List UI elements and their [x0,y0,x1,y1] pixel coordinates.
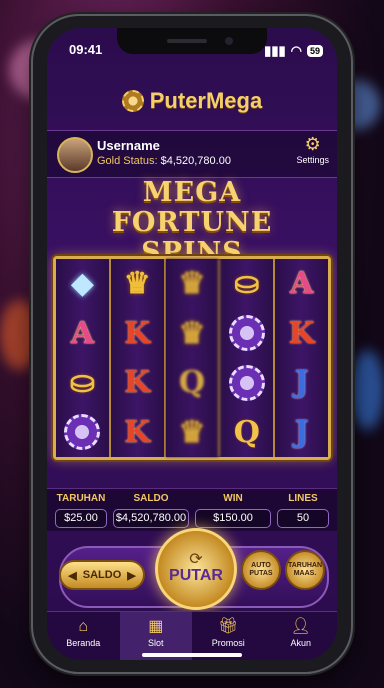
battery-icon: 59 [306,45,323,57]
tab-home[interactable]: ⌂ Beranda [47,612,120,660]
win-stat: WIN $150.00 [195,493,271,528]
brand-header: PuterMega [47,88,337,117]
autospin-label: AUTO PUTAS [249,562,273,577]
home-indicator [142,653,242,657]
gold-status-value: $4,520,780.00 [160,155,231,167]
chevron-left-icon: ◀ [68,569,77,582]
camera [225,37,233,45]
tab-label: Slot [147,638,164,648]
coins-icon: ⛀ [69,365,95,401]
tab-label: Promosi [211,638,245,648]
user-bar: Username Gold Status: $4,520,780.00 ⚙ Se… [47,130,337,178]
user-icon: 👤︎ [290,618,311,635]
phone-frame: 09:41 ▮▮▮ ◠ 59 PuterMega Username Gold S… [33,16,351,672]
bet-stat: TARUHAN $25.00 [55,493,107,528]
lines-label: LINES [288,493,318,504]
saldo-button[interactable]: ◀ SALDO ▶ [59,560,145,590]
autospin-button[interactable]: AUTO PUTAS [241,550,281,590]
crown-icon: ♛ [123,266,151,302]
reel-1: ◆ A ⛀ [56,259,111,457]
saldo-button-label: SALDO [82,569,122,581]
username: Username [97,138,160,153]
tab-account[interactable]: 👤︎ Akun [265,612,338,660]
status-icons: ▮▮▮ ◠ 59 [264,43,323,59]
refresh-icon: ⟳ [189,551,203,568]
card-symbol-a: A [289,266,314,302]
maxbet-button[interactable]: TARUHAN MAAS. [285,550,325,590]
bet-value[interactable]: $25.00 [55,509,107,528]
stats-bar: TARUHAN $25.00 SALDO $4,520,780.00 WIN $… [47,488,337,531]
blurred-symbol: ♛ [178,414,206,450]
win-value: $150.00 [195,509,271,528]
avatar[interactable] [57,137,93,173]
diamond-icon: ◆ [70,266,94,302]
spin-button-label: PUTAR [169,567,223,584]
card-symbol-j: J [294,365,309,401]
tab-label: Beranda [66,638,101,648]
settings-label: Settings [296,155,329,165]
blurred-symbol: ♛ [178,266,206,302]
balance-value: $4,520,780.00 [113,509,189,528]
slot-reels[interactable]: ◆ A ⛀ ♛ K K K ♛ ♛ Q ♛ ⛀ Q A K J J [53,256,331,460]
bet-label: TARUHAN [56,493,106,504]
card-symbol-j: J [294,414,309,450]
reel-3: ♛ ♛ Q ♛ [165,259,221,457]
spin-button[interactable]: ⟳ PUTAR [155,528,237,610]
card-symbol-k: K [124,315,151,351]
speaker [167,39,207,43]
balance-label: SALDO [133,493,169,504]
settings-button[interactable]: ⚙ Settings [296,135,329,165]
card-symbol-q: Q [178,365,206,401]
tab-label: Akun [290,638,311,648]
coins-icon: ⛀ [234,266,260,302]
card-symbol-a: A [70,315,95,351]
game-title: MEGA FORTUNE SPINS [47,178,337,268]
wifi-icon: ◠ [290,43,302,58]
status-time: 09:41 [69,42,103,57]
crown-icon: ♛ [178,315,206,351]
app-screen: 09:41 ▮▮▮ ◠ 59 PuterMega Username Gold S… [47,28,337,660]
card-symbol-k: K [124,414,151,450]
gear-icon: ⚙ [304,134,321,154]
brand-logo[interactable]: PuterMega [121,88,263,114]
chip-stack-icon [224,361,270,405]
brand-name: PuterMega [149,88,263,113]
gold-status: Gold Status: $4,520,780.00 [97,155,231,167]
title-line: MEGA [142,177,242,208]
reel-4: ⛀ Q [220,259,276,457]
chevron-right-icon: ▶ [127,569,136,582]
home-icon: ⌂ [78,618,89,635]
maxbet-label: TARUHAN MAAS. [287,562,323,577]
balance-stat: SALDO $4,520,780.00 [113,493,189,528]
reel-5: AKJJ [275,259,328,457]
card-symbol-q: Q [233,414,260,450]
chip-stack-icon [59,410,105,454]
title-line: FORTUNE [111,207,273,238]
card-symbol-k: K [288,315,315,351]
signal-icon: ▮▮▮ [264,43,286,58]
gold-status-label: Gold Status: [97,155,158,167]
notch [117,28,267,54]
card-symbol-k: K [124,365,151,401]
reel-2: ♛ K K K [110,259,166,457]
lines-stat: LINES 50 [277,493,329,528]
bokeh-light [350,350,384,430]
slot-icon: ▦ [148,618,164,635]
win-label: WIN [223,493,243,504]
gift-icon: 🎁︎ [218,618,239,635]
lines-value[interactable]: 50 [277,509,329,528]
chip-logo-icon [121,90,144,112]
chip-stack-icon [224,311,270,355]
